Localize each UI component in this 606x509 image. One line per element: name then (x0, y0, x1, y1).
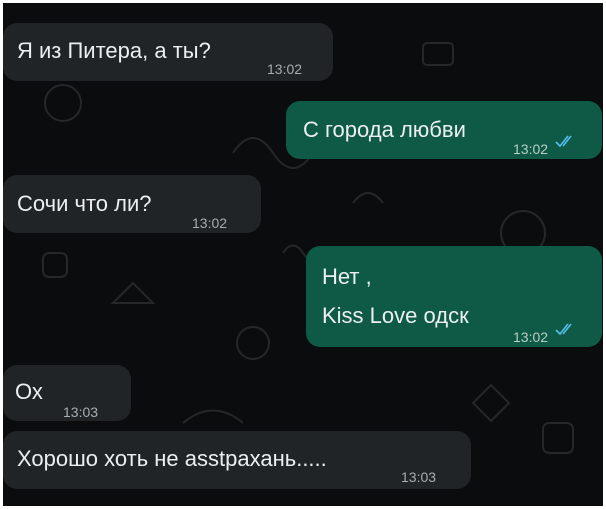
message-timestamp: 13:03 (63, 404, 99, 420)
message-text-line: Kiss Love одск (322, 303, 469, 328)
message-timestamp: 13:03 (401, 469, 437, 485)
message-timestamp: 13:02 (513, 329, 549, 345)
message-text: Хорошо хоть не asstрахань..... (17, 446, 327, 471)
message-bubble-outgoing[interactable]: Нет , Kiss Love одск 13:02 (306, 246, 602, 347)
chat-window: Я из Питера, а ты? 13:02 С города любви … (3, 3, 603, 506)
read-double-check-icon (555, 323, 572, 336)
read-double-check-icon (555, 135, 572, 148)
message-timestamp: 13:02 (267, 61, 303, 77)
message-bubble-incoming[interactable]: Хорошо хоть не asstрахань..... 13:03 (3, 431, 471, 489)
message-text-line: Нет , (322, 264, 372, 289)
message-text: Я из Питера, а ты? (17, 38, 211, 63)
message-text: Ох (15, 379, 43, 404)
message-timestamp: 13:02 (192, 215, 228, 231)
message-bubble-incoming[interactable]: Я из Питера, а ты? 13:02 (3, 23, 333, 81)
message-bubble-outgoing[interactable]: С города любви 13:02 (286, 101, 602, 159)
message-bubble-incoming[interactable]: Ох 13:03 (3, 365, 131, 421)
message-text: С города любви (303, 117, 466, 142)
message-bubble-incoming[interactable]: Сочи что ли? 13:02 (3, 175, 261, 233)
message-text: Сочи что ли? (17, 191, 152, 216)
message-timestamp: 13:02 (513, 141, 549, 157)
